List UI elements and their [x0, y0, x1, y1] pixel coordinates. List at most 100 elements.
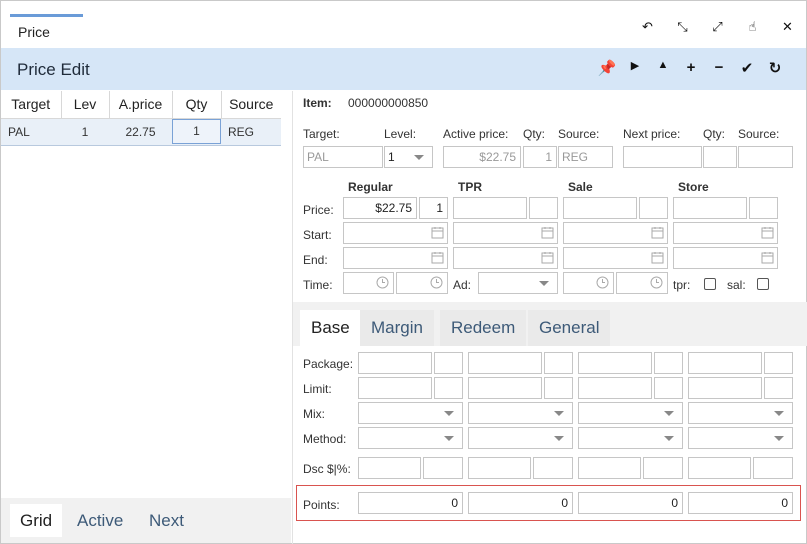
method-select[interactable] — [578, 427, 683, 449]
dsc-amount-field[interactable] — [688, 457, 751, 479]
next-price-field[interactable] — [623, 146, 702, 168]
table-row[interactable]: PAL 1 22.75 1 REG — [1, 118, 281, 146]
tab-next[interactable]: Next — [139, 504, 194, 537]
limit-field[interactable] — [688, 377, 762, 399]
limit-field[interactable] — [468, 377, 542, 399]
regular-time-end[interactable] — [396, 272, 448, 294]
tab-active[interactable]: Active — [67, 504, 134, 537]
store-end-date[interactable] — [673, 247, 778, 269]
limit-field[interactable] — [358, 377, 432, 399]
cell-source[interactable]: REG — [221, 118, 281, 146]
clock-icon[interactable] — [376, 276, 389, 289]
limit-qty-field[interactable] — [544, 377, 573, 399]
dsc-percent-field[interactable] — [643, 457, 683, 479]
method-select[interactable] — [468, 427, 573, 449]
caret-up-icon[interactable]: ▲ — [649, 59, 677, 77]
tab-margin[interactable]: Margin — [360, 310, 434, 346]
refresh-icon[interactable]: ↻ — [761, 59, 789, 77]
calendar-icon[interactable] — [541, 251, 554, 264]
column-header-aprice[interactable]: A.price — [109, 91, 173, 119]
store-start-date[interactable] — [673, 222, 778, 244]
regular-end-date[interactable] — [343, 247, 448, 269]
tpr-price-field[interactable] — [453, 197, 527, 219]
sale-end-date[interactable] — [563, 247, 668, 269]
cell-qty[interactable]: 1 — [172, 118, 221, 146]
package-qty-field[interactable] — [654, 352, 683, 374]
tpr-start-date[interactable] — [453, 222, 558, 244]
limit-qty-field[interactable] — [764, 377, 793, 399]
package-field[interactable] — [468, 352, 542, 374]
method-select[interactable] — [688, 427, 793, 449]
store-qty-field[interactable] — [749, 197, 778, 219]
tpr-checkbox[interactable] — [704, 278, 716, 290]
undo-icon[interactable]: ↶ — [630, 19, 665, 35]
tab-grid[interactable]: Grid — [10, 504, 63, 537]
play-icon[interactable]: ▶ — [621, 59, 649, 77]
plus-icon[interactable]: + — [677, 59, 705, 77]
regular-time-start[interactable] — [343, 272, 394, 294]
minus-icon[interactable]: − — [705, 59, 733, 77]
tpr-end-date[interactable] — [453, 247, 558, 269]
column-header-lev[interactable]: Lev — [61, 91, 110, 119]
points-field[interactable]: 0 — [468, 492, 573, 514]
dsc-percent-field[interactable] — [423, 457, 463, 479]
regular-qty-field[interactable]: 1 — [419, 197, 448, 219]
calendar-icon[interactable] — [651, 251, 664, 264]
package-qty-field[interactable] — [434, 352, 463, 374]
dsc-amount-field[interactable] — [358, 457, 421, 479]
limit-qty-field[interactable] — [434, 377, 463, 399]
sale-price-field[interactable] — [563, 197, 637, 219]
close-icon[interactable]: ✕ — [770, 19, 805, 35]
sale-qty-field[interactable] — [639, 197, 668, 219]
points-field[interactable]: 0 — [688, 492, 793, 514]
pointer-icon[interactable]: ☝ — [735, 19, 770, 35]
regular-price-field[interactable]: $22.75 — [343, 197, 417, 219]
dsc-amount-field[interactable] — [468, 457, 531, 479]
mix-select[interactable] — [688, 402, 793, 424]
dsc-percent-field[interactable] — [533, 457, 573, 479]
calendar-icon[interactable] — [541, 226, 554, 239]
target-field[interactable]: PAL — [303, 146, 383, 168]
shrink-icon[interactable]: ⤡ — [665, 19, 700, 35]
active-qty-field[interactable]: 1 — [523, 146, 557, 168]
package-qty-field[interactable] — [764, 352, 793, 374]
column-header-source[interactable]: Source — [221, 91, 281, 119]
clock-icon[interactable] — [650, 276, 663, 289]
mix-select[interactable] — [358, 402, 463, 424]
tab-redeem[interactable]: Redeem — [440, 310, 527, 346]
points-field[interactable]: 0 — [358, 492, 463, 514]
pin-icon[interactable]: 📌 — [593, 59, 621, 77]
sal-checkbox[interactable] — [757, 278, 769, 290]
calendar-icon[interactable] — [431, 251, 444, 264]
calendar-icon[interactable] — [761, 251, 774, 264]
calendar-icon[interactable] — [431, 226, 444, 239]
ad-select[interactable] — [478, 272, 558, 294]
tpr-qty-field[interactable] — [529, 197, 558, 219]
check-icon[interactable]: ✔ — [733, 59, 761, 77]
column-header-qty[interactable]: Qty — [172, 91, 222, 119]
package-qty-field[interactable] — [544, 352, 573, 374]
tab-base[interactable]: Base — [300, 310, 361, 346]
cell-qty-editor[interactable]: 1 — [172, 119, 221, 144]
mix-select[interactable] — [578, 402, 683, 424]
expand-icon[interactable]: ⤢ — [700, 19, 735, 35]
cell-lev[interactable]: 1 — [61, 118, 109, 146]
dsc-percent-field[interactable] — [753, 457, 793, 479]
window-tab-price[interactable]: Price — [10, 14, 83, 47]
cell-aprice[interactable]: 22.75 — [109, 118, 172, 146]
source-field[interactable]: REG — [558, 146, 613, 168]
package-field[interactable] — [578, 352, 652, 374]
sale-start-date[interactable] — [563, 222, 668, 244]
store-price-field[interactable] — [673, 197, 747, 219]
limit-qty-field[interactable] — [654, 377, 683, 399]
points-field[interactable]: 0 — [578, 492, 683, 514]
sale-time-end[interactable] — [616, 272, 668, 294]
clock-icon[interactable] — [430, 276, 443, 289]
dsc-amount-field[interactable] — [578, 457, 641, 479]
active-price-field[interactable]: $22.75 — [443, 146, 521, 168]
clock-icon[interactable] — [596, 276, 609, 289]
method-select[interactable] — [358, 427, 463, 449]
level-select[interactable]: 1 — [384, 146, 433, 168]
package-field[interactable] — [688, 352, 762, 374]
limit-field[interactable] — [578, 377, 652, 399]
